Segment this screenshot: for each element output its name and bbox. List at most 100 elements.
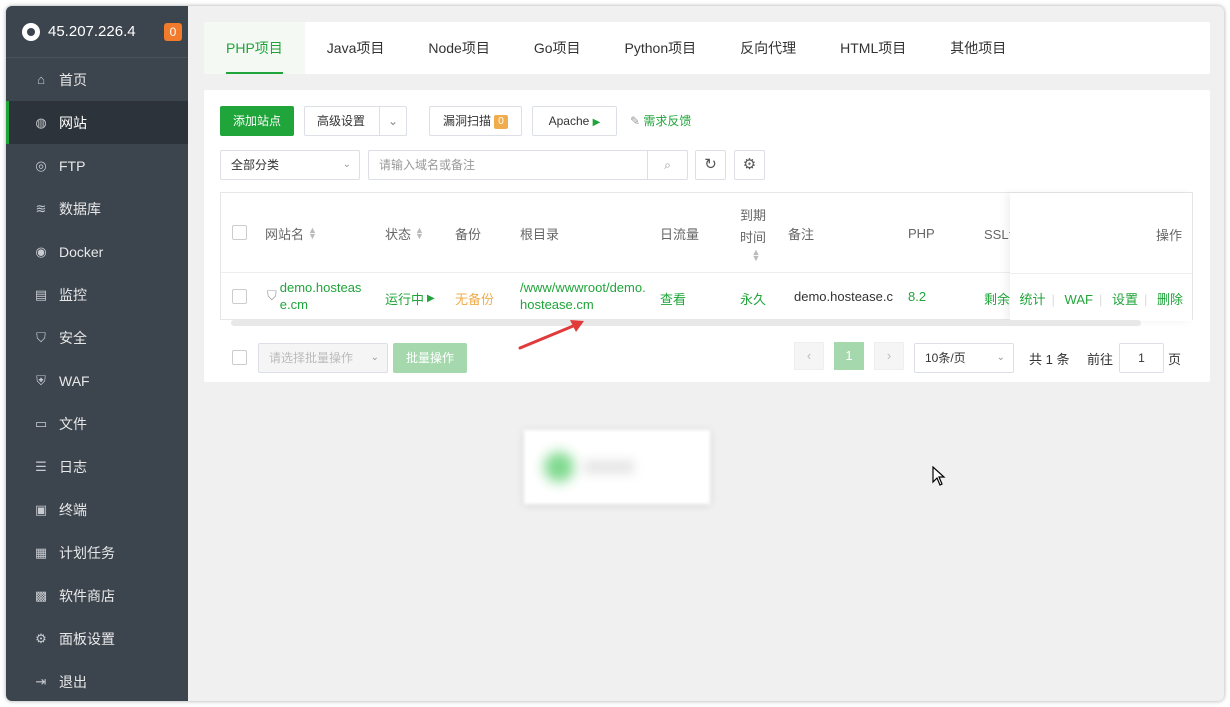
loading-spinner-icon [544, 452, 574, 482]
per-page-value: 10条/页 [925, 351, 966, 365]
sidebar-item-4[interactable]: ◉ Docker [6, 230, 188, 273]
terminal-icon: ▣ [34, 501, 48, 517]
next-page-icon[interactable]: › [874, 342, 904, 370]
settings-gear-icon[interactable]: ⚙ [734, 150, 765, 180]
home-icon: ⌂ [37, 71, 45, 87]
sidebar-item-0[interactable]: ⌂ 首页 [6, 58, 188, 101]
backup-link[interactable]: 无备份 [455, 289, 494, 308]
category-value: 全部分类 [231, 158, 280, 172]
folder-icon: ▭ [34, 415, 48, 431]
site-name-link[interactable]: demo.hostease.cm [280, 279, 362, 313]
edit-icon: ✎ [630, 114, 641, 128]
traffic-link[interactable]: 查看 [660, 289, 686, 308]
tab-5[interactable]: 反向代理 [718, 22, 818, 74]
status-label: 运行中 [385, 292, 425, 307]
col-status[interactable]: 状态 ▲ ▼ [385, 193, 424, 273]
apache-button[interactable]: Apache ▶ [532, 106, 617, 136]
root-path-link[interactable]: /www/wwwroot/demo.hostease.cm [520, 279, 646, 313]
mouse-cursor-icon [932, 466, 946, 486]
expire-link[interactable]: 永久 [740, 289, 766, 308]
sidebar-item-label: 网站 [59, 114, 87, 131]
delete-link[interactable]: 删除 [1157, 292, 1183, 307]
sidebar-item-5[interactable]: ▤ 监控 [6, 273, 188, 316]
sidebar-item-label: FTP [59, 157, 86, 174]
per-page-select[interactable]: 10条/页 ⌄ [914, 343, 1014, 373]
sidebar-item-8[interactable]: ▭ 文件 [6, 402, 188, 445]
loading-toast [524, 430, 710, 504]
vuln-scan-label: 漏洞扫描 [442, 114, 491, 128]
logo-icon [22, 22, 40, 41]
sidebar-item-label: 日志 [59, 458, 87, 475]
log-icon: ☰ [35, 458, 47, 474]
waf-shield-icon: ⛨ [36, 372, 46, 388]
waf-link[interactable]: WAF [1065, 292, 1093, 307]
col-expire[interactable]: 到期时间 ▲ ▼ [740, 193, 768, 273]
sidebar-item-label: 软件商店 [59, 587, 115, 604]
play-icon: ▶ [592, 117, 601, 128]
sidebar-item-13[interactable]: ⚙ 面板设置 [6, 617, 188, 660]
tab-3[interactable]: Go项目 [512, 22, 603, 74]
sidebar-item-1[interactable]: ◍ 网站 [6, 101, 188, 144]
stats-link[interactable]: 统计 [1020, 292, 1046, 307]
search-input[interactable]: 请输入域名或备注 ⌕ [368, 150, 688, 180]
col-ops: 操作 [1155, 228, 1182, 243]
row-checkbox[interactable] [232, 289, 247, 304]
col-name[interactable]: 网站名 ▲ ▼ [265, 193, 317, 273]
notification-badge[interactable]: 0 [164, 22, 182, 41]
tab-1[interactable]: Java项目 [305, 22, 407, 74]
sidebar-item-6[interactable]: ⛉ 安全 [6, 316, 188, 359]
tab-2[interactable]: Node项目 [406, 22, 511, 74]
tab-6[interactable]: HTML项目 [818, 22, 928, 74]
sort-icon: ▲ ▼ [751, 247, 761, 263]
tab-7[interactable]: 其他项目 [928, 22, 1028, 74]
settings-link[interactable]: 设置 [1112, 292, 1138, 307]
total-count: 共 1 条 [1029, 352, 1070, 367]
chevron-down-icon[interactable]: ⌄ [379, 107, 406, 135]
batch-select[interactable]: 请选择批量操作 ⌄ [258, 343, 388, 373]
select-all-checkbox[interactable] [232, 225, 247, 240]
batch-action-button[interactable]: 批量操作 [393, 343, 467, 373]
horizontal-scrollbar[interactable] [231, 320, 1141, 326]
status-running[interactable]: 运行中 ▶ [385, 289, 435, 308]
refresh-icon[interactable]: ↻ [695, 150, 726, 180]
logout-icon: ⇥ [35, 673, 47, 689]
vuln-scan-button[interactable]: 漏洞扫描 0 [429, 106, 522, 136]
sidebar-item-7[interactable]: ⛨ WAF [6, 359, 188, 402]
sidebar-item-10[interactable]: ▣ 终端 [6, 488, 188, 531]
site-panel: 添加站点 高级设置 ⌄ 漏洞扫描 0 Apache ▶ ✎ 需求反馈 全部分类 ⌄ [204, 90, 1210, 382]
goto-page-input[interactable]: 1 [1119, 343, 1164, 373]
col-name-label: 网站名 [265, 226, 305, 242]
shield-icon: ⛉ [36, 329, 46, 345]
play-icon: ▶ [427, 293, 435, 304]
sidebar-item-2[interactable]: ◎ FTP [6, 144, 188, 187]
project-tabs: PHP项目 Java项目 Node项目 Go项目 Python项目 反向代理 HTML项目其… [204, 22, 1210, 74]
sidebar-item-label: 退出 [59, 673, 87, 690]
prev-page-icon[interactable]: ‹ [794, 342, 824, 370]
feedback-link[interactable]: ✎ 需求反馈 [630, 112, 691, 129]
sidebar-item-9[interactable]: ☰ 日志 [6, 445, 188, 488]
remark-field[interactable]: demo.hostease.c [794, 289, 894, 304]
tab-4[interactable]: Python项目 [603, 22, 719, 74]
add-site-button[interactable]: 添加站点 [220, 106, 294, 136]
sites-table: 网站名▲▼ 状态▲▼ 备份 根目录 日流量 到期时间▲▼ 备注 PHP SSL证… [220, 192, 1193, 326]
category-select[interactable]: 全部分类 ⌄ [220, 150, 360, 180]
main-content: PHP项目 Java项目 Node项目 Go项目 Python项目 反向代理 HTML项目其… [188, 6, 1224, 701]
php-version-link[interactable]: 8.2 [908, 289, 926, 304]
tab-0[interactable]: PHP项目 [204, 22, 305, 74]
sidebar-item-14[interactable]: ⇥ 退出 [6, 660, 188, 701]
sidebar-item-3[interactable]: ≋ 数据库 [6, 187, 188, 230]
col-remark: 备注 [788, 226, 815, 242]
col-php: PHP [908, 225, 935, 241]
sidebar-item-11[interactable]: ▦ 计划任务 [6, 531, 188, 574]
ops-links: 统计 | WAF | 设置 | 删除 [1020, 289, 1184, 308]
sidebar-item-label: WAF [59, 372, 90, 389]
footer-select-checkbox[interactable] [232, 350, 247, 365]
sidebar-header: 45.207.226.4 0 [6, 6, 188, 58]
page-1-button[interactable]: 1 [834, 342, 864, 370]
sidebar-menu: ⌂ 首页 ◍ 网站 ◎ FTP ≋ 数据库 ◉ Docker ▤ 监控 ⛉ 安全 ⛨ WAF ▭ 文件 ☰ 日志 ▣ 终端… [6, 58, 188, 701]
sidebar-item-12[interactable]: ▩ 软件商店 [6, 574, 188, 617]
app-window: 45.207.226.4 0 ⌂ 首页 ◍ 网站 ◎ FTP ≋ 数据库 ◉ Docker ▤ 监控 ⛉… [6, 6, 1224, 701]
advanced-settings-button[interactable]: 高级设置 ⌄ [304, 106, 407, 136]
separator: | [1098, 292, 1103, 307]
search-icon[interactable]: ⌕ [647, 151, 687, 179]
